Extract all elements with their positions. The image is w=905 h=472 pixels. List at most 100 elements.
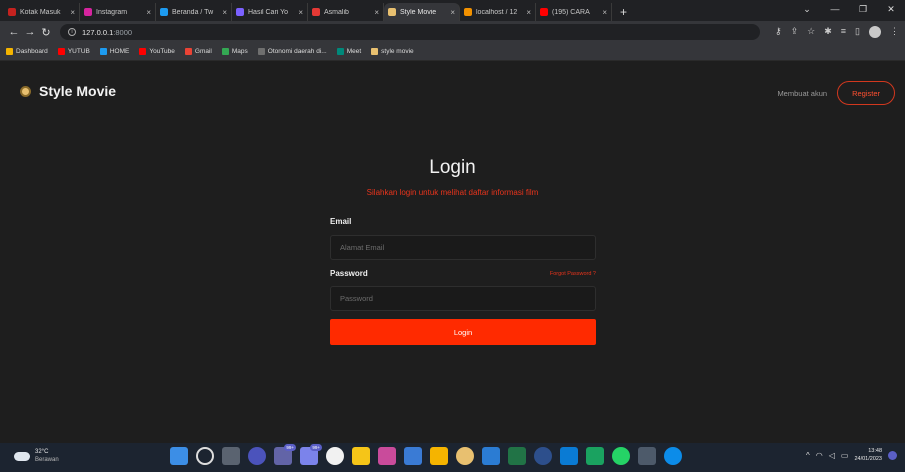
terminal-icon[interactable]	[638, 447, 656, 465]
teams-badge: 99+	[284, 444, 296, 451]
teams-icon[interactable]: 99+	[274, 444, 296, 465]
register-button[interactable]: Register	[837, 81, 895, 105]
site-info-icon[interactable]: i	[68, 28, 76, 36]
search-icon[interactable]	[196, 447, 214, 465]
extensions-icon[interactable]: ✱	[824, 26, 832, 38]
bookmark-favicon-icon	[99, 48, 107, 55]
close-window-icon[interactable]: ✕	[877, 0, 905, 21]
browser-tab[interactable]: Beranda / Tw ×	[156, 3, 232, 21]
tab-close-icon[interactable]: ×	[450, 8, 455, 17]
chat-icon[interactable]	[248, 447, 266, 465]
bookmark-item[interactable]: Maps	[221, 48, 248, 55]
browser-tab[interactable]: localhost / 12 ×	[460, 3, 536, 21]
clock[interactable]: 13:48 24/01/2023	[854, 447, 882, 463]
tab-favicon-icon	[160, 8, 168, 16]
clock-time: 13:48	[868, 448, 882, 454]
excel-icon[interactable]	[508, 447, 526, 465]
taskbar-apps: 99+ 99+	[170, 444, 682, 465]
tab-label: Instagram	[96, 8, 128, 16]
bookmark-label: YouTube	[149, 48, 175, 55]
bookmark-item[interactable]: YUTUB	[57, 48, 90, 55]
bookmark-item[interactable]: style movie	[371, 48, 414, 55]
notification-icon[interactable]	[888, 450, 897, 460]
menu-icon[interactable]: ⋮	[890, 26, 899, 38]
profile-avatar[interactable]	[869, 26, 881, 38]
tab-close-icon[interactable]: ×	[298, 8, 303, 17]
minimize-icon[interactable]: —	[821, 0, 849, 21]
brand-name: Style Movie	[39, 83, 117, 99]
window-controls: ⌄ — ❐ ✕	[793, 0, 905, 21]
create-account-link[interactable]: Membuat akun	[777, 89, 827, 98]
tab-close-icon[interactable]: ×	[146, 8, 151, 17]
word-icon[interactable]	[482, 447, 500, 465]
wifi-icon[interactable]: ◠	[816, 451, 823, 460]
login-button[interactable]: Login	[330, 319, 596, 345]
bookmark-item[interactable]: Meet	[336, 48, 361, 55]
tab-close-icon[interactable]: ×	[374, 8, 379, 17]
page-content: Style Movie Membuat akun Register Login …	[0, 61, 905, 443]
tab-search-icon[interactable]: ⌄	[793, 0, 821, 21]
password-label: Password	[330, 269, 368, 278]
brand[interactable]: Style Movie	[20, 83, 116, 99]
bookmark-item[interactable]: Dashboard	[6, 48, 48, 55]
bookmark-item[interactable]: Gmail	[184, 48, 212, 55]
system-tray: ^ ◠ ◁ ▭ 13:48 24/01/2023	[806, 447, 897, 463]
weather-widget[interactable]: 32°C Berawan	[14, 448, 59, 464]
tab-close-icon[interactable]: ×	[602, 8, 607, 17]
bookmark-label: YUTUB	[67, 48, 90, 55]
browser-tab[interactable]: Hasil Cari Yo ×	[232, 3, 308, 21]
task-view-icon[interactable]	[222, 447, 240, 465]
bookmark-label: Dashboard	[16, 48, 48, 55]
folder-icon[interactable]	[430, 447, 448, 465]
address-bar[interactable]: i 127.0.0.1:8000	[60, 24, 760, 40]
volume-icon[interactable]: ◁	[829, 451, 835, 460]
browser-tab-bar: Kotak Masuk × Instagram × Beranda / Tw × Hasil…	[0, 0, 905, 21]
password-field[interactable]	[330, 286, 596, 311]
tab-close-icon[interactable]: ×	[222, 8, 227, 17]
tab-label: Beranda / Tw	[172, 8, 214, 16]
teams-work-icon[interactable]: 99+	[300, 444, 322, 465]
login-form: Email Password Forgot Password ? Login	[330, 217, 596, 345]
edge-icon[interactable]	[664, 447, 682, 465]
chevron-up-icon[interactable]: ^	[806, 451, 810, 460]
browser-tab[interactable]: Asmalib ×	[308, 3, 384, 21]
share-icon[interactable]: ⇪	[791, 26, 799, 38]
app-icon-2[interactable]	[404, 447, 422, 465]
password-row: Password Forgot Password ?	[330, 269, 596, 278]
reload-icon[interactable]: ↻	[38, 26, 54, 39]
side-panel-icon[interactable]: ▯	[855, 26, 860, 38]
chrome-icon[interactable]	[456, 447, 474, 465]
bookmark-item[interactable]: Otonomi daerah di...	[257, 48, 327, 55]
taskbar: 32°C Berawan 99+ 99+ ^ ◠ ◁ ▭ 13:48 24/01…	[0, 443, 905, 472]
key-icon[interactable]: ⚷	[775, 26, 782, 38]
whatsapp-icon[interactable]	[612, 447, 630, 465]
media-icon[interactable]	[534, 447, 552, 465]
url-host: 127.0.0.1	[82, 27, 114, 37]
battery-icon[interactable]: ▭	[841, 451, 849, 460]
browser-tab[interactable]: Style Movie ×	[384, 3, 460, 21]
vscode-icon[interactable]	[586, 447, 604, 465]
start-icon[interactable]	[170, 447, 188, 465]
browser-app-icon[interactable]	[326, 447, 344, 465]
tab-close-icon[interactable]: ×	[526, 8, 531, 17]
bookmark-item[interactable]: HOME	[99, 48, 130, 55]
forward-icon[interactable]: →	[22, 26, 38, 38]
bookmark-label: Otonomi daerah di...	[267, 48, 327, 55]
tab-favicon-icon	[464, 8, 472, 16]
back-icon[interactable]: ←	[6, 26, 22, 38]
bookmark-item[interactable]: YouTube	[139, 48, 175, 55]
forgot-password-link[interactable]: Forgot Password ?	[550, 271, 596, 277]
star-icon[interactable]: ☆	[807, 26, 815, 38]
browser-tab[interactable]: (195) CARA ×	[536, 3, 612, 21]
new-tab-button[interactable]: +	[612, 3, 635, 21]
browser-tab[interactable]: Kotak Masuk ×	[4, 3, 80, 21]
app-icon-1[interactable]	[378, 447, 396, 465]
store-icon[interactable]	[560, 447, 578, 465]
browser-tab[interactable]: Instagram ×	[80, 3, 156, 21]
restore-icon[interactable]: ❐	[849, 0, 877, 21]
bookmark-label: HOME	[109, 48, 130, 55]
reading-list-icon[interactable]: ≡	[841, 26, 846, 38]
file-explorer-icon[interactable]	[352, 447, 370, 465]
tab-close-icon[interactable]: ×	[70, 8, 75, 17]
email-field[interactable]	[330, 235, 596, 260]
